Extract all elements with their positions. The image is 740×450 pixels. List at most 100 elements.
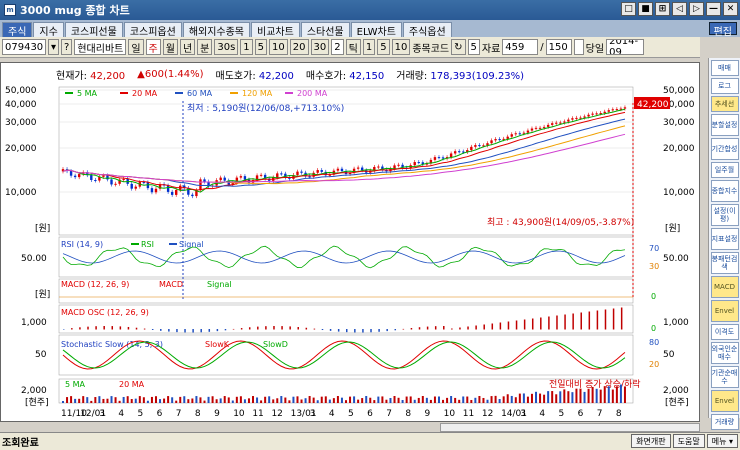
rsi-level-70: 70	[649, 244, 659, 253]
sidebar-item-0[interactable]: 매매	[710, 60, 739, 76]
help-button[interactable]: 도움말	[672, 434, 705, 448]
count-input[interactable]: 5	[467, 39, 480, 55]
close-icon[interactable]: ✕	[723, 2, 738, 16]
volume-bar	[252, 396, 255, 403]
period-30[interactable]: 30	[310, 39, 330, 55]
sidebar-item-12[interactable]: 이격도	[710, 324, 739, 340]
period-minute[interactable]: 분	[197, 39, 213, 55]
volume-bar	[223, 396, 226, 403]
period-5[interactable]: 5	[254, 39, 268, 55]
tick-button[interactable]: 틱	[345, 39, 361, 55]
sidebar-item-4[interactable]: 기간합성	[710, 138, 739, 160]
sidebar-item-6[interactable]: 종합지수	[710, 180, 739, 202]
volume-bar	[442, 399, 445, 403]
candle-body	[607, 110, 610, 112]
osc-bar	[475, 325, 477, 330]
search-icon[interactable]: ?	[61, 39, 73, 55]
sidebar-item-7[interactable]: 설정(이평)	[710, 204, 739, 226]
screen-button[interactable]: 화면개판	[631, 434, 671, 448]
period-week[interactable]: 주	[145, 39, 161, 55]
osc-bar	[354, 329, 356, 333]
data-count-select[interactable]: 459	[502, 39, 539, 55]
tab-compare[interactable]: 비교차트	[251, 22, 300, 38]
volume-bar	[86, 397, 89, 403]
today-checkbox[interactable]	[573, 39, 584, 55]
volume-bar	[320, 396, 323, 403]
tab-foreign-index[interactable]: 해외지수종목	[182, 22, 251, 38]
dropdown-icon[interactable]: ▾	[48, 39, 60, 55]
code-input[interactable]: 079430	[2, 39, 46, 55]
volume-bar	[373, 400, 376, 403]
tick-5[interactable]: 5	[377, 39, 390, 55]
volume-label: 거래량:	[396, 70, 428, 82]
grid-icon[interactable]: ⊞	[655, 2, 670, 16]
volume-bar	[328, 399, 331, 403]
osc-bar	[71, 328, 73, 330]
date-input[interactable]: 2014-09	[606, 39, 645, 55]
period-30s[interactable]: 30s	[214, 39, 239, 55]
tab-index[interactable]: 지수	[33, 22, 64, 38]
sidebar-item-1[interactable]: 로그	[710, 78, 739, 94]
volume-bar	[264, 396, 267, 403]
sidebar-item-11[interactable]: Envel	[710, 300, 739, 322]
sidebar-item-9[interactable]: 봉패턴검색	[710, 252, 739, 274]
refresh-icon[interactable]: ↻	[451, 39, 466, 55]
candle-body	[542, 126, 546, 128]
tick-1[interactable]: 1	[362, 39, 376, 55]
sidebar-item-15[interactable]: Envel	[710, 390, 739, 412]
prev-icon[interactable]: ◁	[672, 2, 687, 16]
tab-star-futures[interactable]: 스타선물	[300, 22, 350, 38]
restore-icon[interactable]: □	[621, 2, 636, 16]
chart-area[interactable]: 50,000 50,000 40,000 40,000 30,000 30,000 20,0…	[0, 62, 700, 422]
osc-bar	[208, 329, 211, 332]
osc-bar	[410, 328, 413, 330]
sidebar-item-2[interactable]: 추세선	[710, 96, 739, 112]
period-20[interactable]: 20	[289, 39, 309, 55]
volume-bar	[276, 398, 279, 403]
tab-kospi-options[interactable]: 코스피옵션	[123, 22, 182, 38]
osc-bar	[111, 326, 114, 330]
edit-button[interactable]: 편집	[708, 22, 737, 38]
period-year[interactable]: 년	[179, 39, 196, 55]
x-tick: 10	[444, 409, 456, 419]
volume-bar	[361, 398, 364, 403]
sidebar-item-5[interactable]: 일주월	[710, 162, 739, 178]
sidebar-item-13[interactable]: 외국인순매수	[710, 342, 739, 364]
tick-10[interactable]: 10	[391, 39, 411, 55]
menu-button[interactable]: 메뉴 ▾	[706, 434, 738, 448]
period-day[interactable]: 일	[128, 39, 144, 55]
tab-kospi-futures[interactable]: 코스피선물	[64, 22, 123, 38]
high-annotation: 최고 : 43,900원(14/09/05,-3.87%)	[487, 217, 634, 228]
candle-body	[296, 171, 299, 176]
tab-stock[interactable]: 주식	[2, 22, 33, 38]
sidebar-item-14[interactable]: 기관순매수	[710, 366, 739, 388]
candle-body	[166, 185, 170, 192]
candle-body	[490, 140, 493, 144]
tick-count[interactable]: 2	[331, 39, 344, 55]
volume-bar	[498, 399, 501, 403]
sidebar-item-16[interactable]: 거래량	[710, 414, 739, 430]
fill-icon[interactable]: ■	[638, 2, 653, 16]
minimize-icon[interactable]: —	[706, 2, 721, 16]
candle-body	[102, 175, 105, 177]
total-input[interactable]: 150	[545, 39, 572, 55]
period-1[interactable]: 1	[240, 39, 253, 55]
osc-bar	[297, 327, 299, 330]
tab-elw[interactable]: ELW차트	[350, 22, 402, 38]
volume-bar	[494, 395, 497, 403]
horizontal-scrollbar[interactable]	[440, 423, 700, 432]
sidebar-item-10[interactable]: MACD	[710, 276, 739, 298]
volume-bar	[579, 388, 582, 403]
sidebar-item-8[interactable]: 지표설정	[710, 228, 739, 250]
stock-chart[interactable]: 50,000 50,00040,000 40,00030,000 30,00020,0…	[1, 63, 699, 421]
period-10[interactable]: 10	[269, 39, 288, 55]
period-month[interactable]: 월	[162, 39, 178, 55]
next-icon[interactable]: ▷	[689, 2, 704, 16]
candle-body	[518, 133, 522, 135]
tab-stock-options[interactable]: 주식옵션	[402, 22, 452, 38]
rsi-level-30: 30	[649, 262, 659, 271]
candle-body	[175, 189, 178, 195]
volume-bar	[98, 396, 101, 403]
volume-bar	[559, 391, 562, 403]
sidebar-item-3[interactable]: 분할설정	[710, 114, 739, 136]
